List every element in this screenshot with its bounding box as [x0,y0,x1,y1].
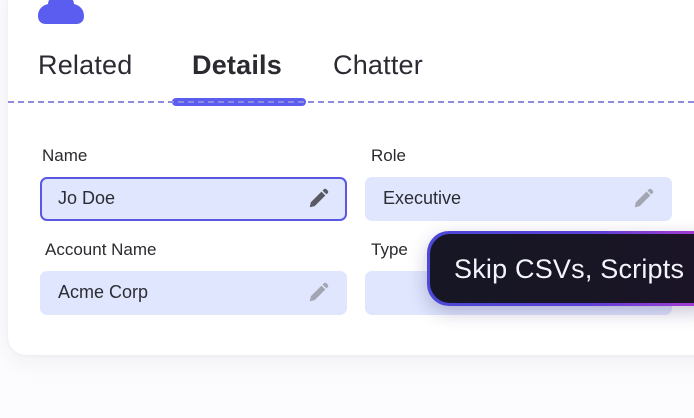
name-field[interactable]: Jo Doe [40,177,347,221]
name-value: Jo Doe [58,188,116,208]
name-label: Name [42,146,88,165]
tab-details[interactable]: Details [192,50,282,81]
pencil-icon[interactable] [307,282,329,304]
role-value: Executive [383,188,462,208]
role-field[interactable]: Executive [365,177,672,221]
account-name-field[interactable]: Acme Corp [40,271,347,315]
promo-banner[interactable]: Skip CSVs, Scripts [427,231,694,306]
promo-banner-inner: Skip CSVs, Scripts [430,234,694,303]
role-label: Role [371,146,406,165]
promo-text: Skip CSVs, Scripts [454,254,685,284]
account-name-value: Acme Corp [58,282,149,302]
type-label: Type [371,240,408,259]
tab-chatter[interactable]: Chatter [333,50,423,81]
tab-divider [8,101,694,103]
tab-bar: Related Details Chatter [0,0,694,110]
pencil-icon[interactable] [307,188,329,210]
account-name-label: Account Name [45,240,157,259]
pencil-icon[interactable] [632,188,654,210]
tab-related[interactable]: Related [38,50,132,81]
